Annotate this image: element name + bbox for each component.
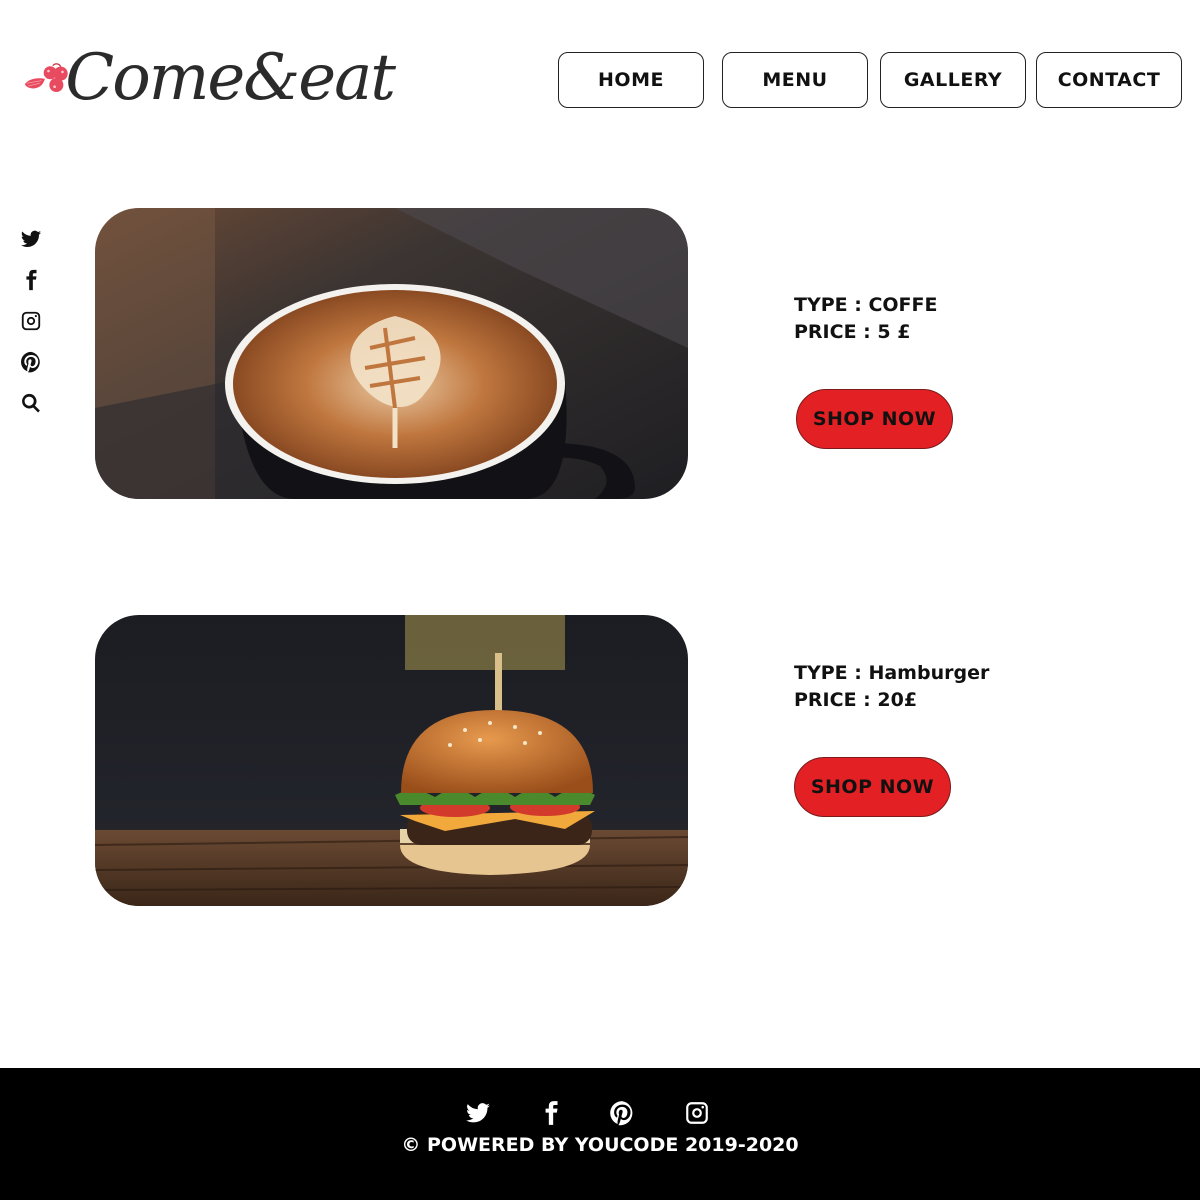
nav-home-button[interactable]: HOME [558,52,704,108]
copyright-text: © POWERED BY YOUCODE 2019-2020 [401,1134,799,1156]
twitter-icon[interactable] [465,1100,493,1128]
shop-now-button-coffee[interactable]: SHOP NOW [796,389,953,449]
berries-logo-icon [24,63,68,92]
facebook-icon[interactable] [20,269,44,293]
twitter-icon[interactable] [20,228,44,252]
product-price: PRICE : 20£ [794,689,918,711]
side-social-bar [20,228,46,433]
footer: © POWERED BY YOUCODE 2019-2020 [0,1068,1200,1200]
coffee-product-info: TYPE : COFFE PRICE : 5 £ [794,292,937,346]
brand-name: Come&eat [65,41,396,115]
coffee-product-image [95,208,688,499]
nav-gallery-button[interactable]: GALLERY [880,52,1026,108]
product-type: TYPE : COFFE [794,294,938,316]
brand-logo[interactable]: Come&eat [24,40,396,116]
hamburger-product-image [95,615,688,906]
nav-contact-button[interactable]: CONTACT [1036,52,1182,108]
shop-now-button-hamburger[interactable]: SHOP NOW [794,757,951,817]
hamburger-product-info: TYPE : Hamburger PRICE : 20£ [794,660,989,714]
facebook-icon[interactable] [538,1100,566,1128]
nav-menu-button[interactable]: MENU [722,52,868,108]
search-icon[interactable] [20,392,44,416]
footer-social-links [0,1100,1200,1130]
instagram-icon[interactable] [20,310,44,334]
product-price: PRICE : 5 £ [794,321,911,343]
pinterest-icon[interactable] [20,351,44,375]
instagram-icon[interactable] [684,1100,712,1128]
pinterest-icon[interactable] [609,1100,637,1128]
product-type: TYPE : Hamburger [794,662,990,684]
